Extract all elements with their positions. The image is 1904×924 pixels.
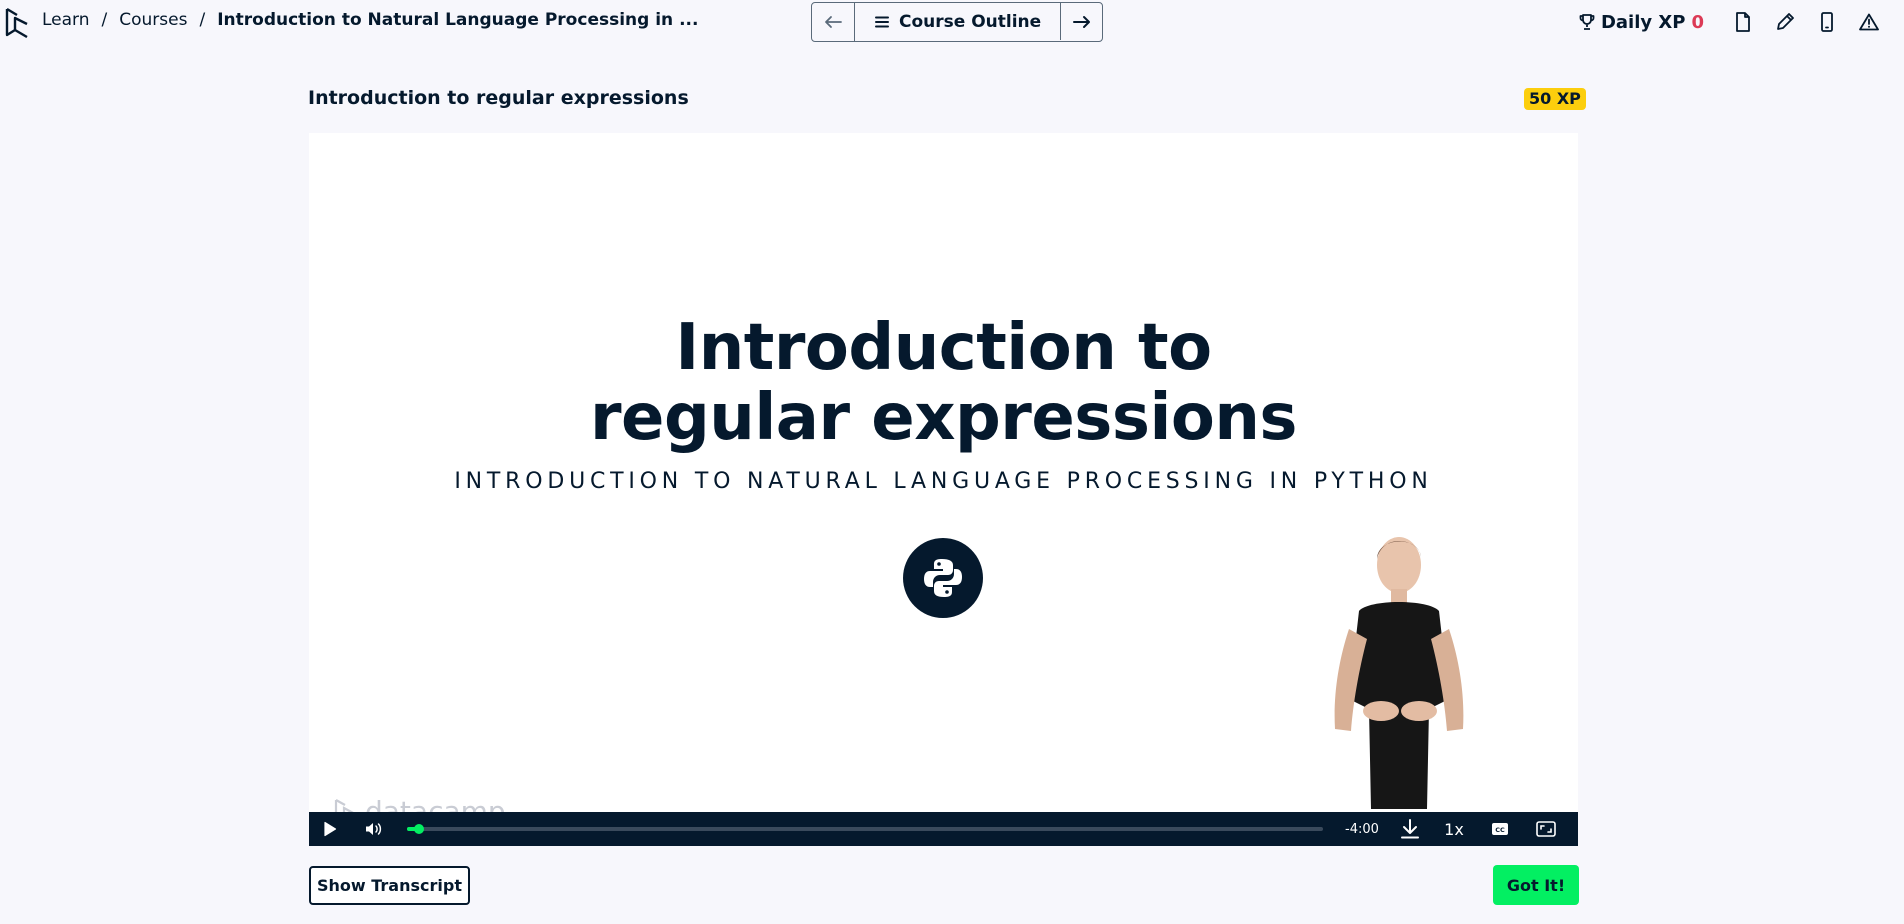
captions-button[interactable]: CC — [1477, 812, 1523, 846]
next-exercise-button[interactable] — [1060, 3, 1102, 40]
volume-icon — [366, 823, 382, 835]
video-controls: -4:00 1x CC — [309, 812, 1578, 846]
notes-button[interactable] — [1764, 9, 1806, 35]
show-transcript-button[interactable]: Show Transcript — [309, 866, 470, 905]
header-tools: Daily XP 0 — [1579, 9, 1890, 35]
menu-icon — [875, 16, 889, 28]
fullscreen-icon — [1536, 821, 1556, 837]
play-button[interactable] — [309, 812, 351, 846]
breadcrumb-courses[interactable]: Courses — [119, 10, 187, 30]
python-logo-icon — [903, 538, 983, 618]
playback-speed-button[interactable]: 1x — [1431, 812, 1477, 846]
presenter-image — [1299, 529, 1479, 809]
breadcrumb: Learn / Courses / Introduction to Natura… — [42, 10, 698, 30]
download-icon — [1401, 819, 1419, 839]
video-player[interactable]: Introduction to regular expressions INTR… — [309, 133, 1578, 846]
warning-icon — [1859, 13, 1879, 31]
fullscreen-button[interactable] — [1523, 812, 1569, 846]
video-progress-bar[interactable] — [407, 824, 1323, 834]
course-outline-label: Course Outline — [899, 12, 1042, 32]
report-issue-button[interactable] — [1848, 9, 1890, 35]
daily-xp-label: Daily XP — [1600, 11, 1686, 33]
slide-title-line: regular expressions — [589, 381, 1298, 455]
svg-text:CC: CC — [1495, 826, 1505, 834]
got-it-button[interactable]: Got It! — [1493, 865, 1579, 905]
volume-button[interactable] — [351, 812, 395, 846]
daily-xp[interactable]: Daily XP 0 — [1579, 12, 1704, 33]
course-outline-button[interactable]: Course Outline — [854, 3, 1060, 41]
slide-title: Introduction to regular expressions — [309, 313, 1578, 453]
mobile-app-button[interactable] — [1806, 9, 1848, 35]
slides-document-button[interactable] — [1722, 9, 1764, 35]
lesson-title: Introduction to regular expressions — [308, 87, 689, 109]
closed-captions-icon: CC — [1492, 823, 1508, 835]
slide-title-line: Introduction to — [675, 311, 1212, 385]
trophy-icon — [1579, 14, 1595, 30]
breadcrumb-separator: / — [101, 10, 108, 30]
download-button[interactable] — [1389, 812, 1431, 846]
course-navigation: Course Outline — [811, 2, 1104, 42]
mobile-icon — [1821, 12, 1833, 32]
breadcrumb-separator: / — [199, 10, 206, 30]
arrow-left-icon — [825, 15, 842, 28]
slide-subtitle: INTRODUCTION TO NATURAL LANGUAGE PROCESS… — [454, 469, 1433, 494]
document-icon — [1736, 12, 1750, 32]
top-bar: Learn / Courses / Introduction to Natura… — [0, 0, 1904, 44]
play-icon — [324, 821, 337, 837]
breadcrumb-learn[interactable]: Learn — [42, 10, 90, 30]
pencil-icon — [1777, 13, 1794, 30]
previous-exercise-button[interactable] — [812, 3, 854, 40]
xp-badge: 50 XP — [1524, 88, 1586, 110]
arrow-right-icon — [1072, 15, 1090, 28]
video-progress-handle[interactable] — [414, 824, 424, 834]
datacamp-logo-icon[interactable] — [4, 6, 30, 39]
daily-xp-value: 0 — [1691, 11, 1704, 33]
time-remaining: -4:00 — [1345, 821, 1379, 837]
breadcrumb-current-course[interactable]: Introduction to Natural Language Process… — [217, 10, 698, 30]
